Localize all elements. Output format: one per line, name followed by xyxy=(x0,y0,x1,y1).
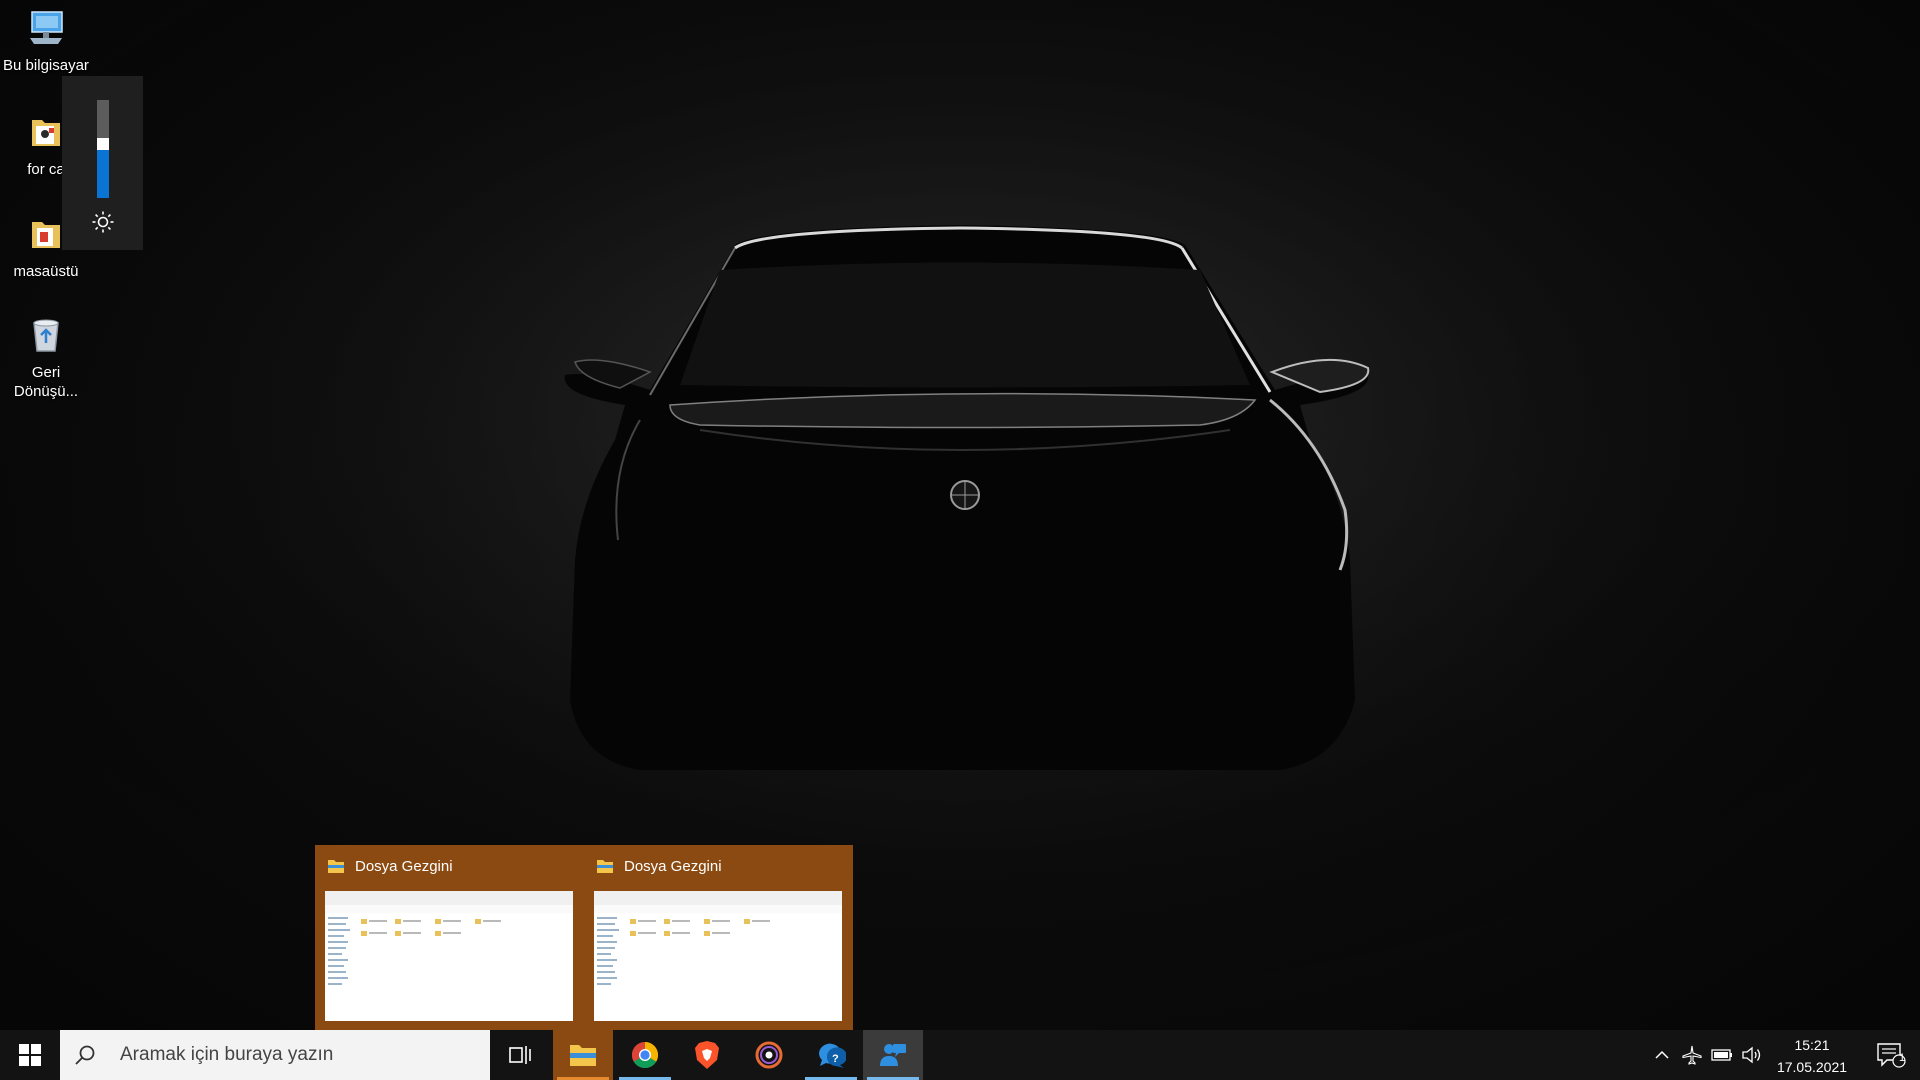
window-preview-title: Dosya Gezgini xyxy=(624,857,722,875)
task-view-button[interactable] xyxy=(490,1030,550,1080)
taskbar-get-help[interactable]: ? xyxy=(801,1030,861,1080)
desktop-icon-recycle-bin[interactable]: Geri Dönüşü... xyxy=(0,315,92,401)
chevron-up-icon xyxy=(1655,1050,1669,1059)
show-hidden-icons-button[interactable] xyxy=(1650,1030,1674,1080)
desktop-icon-label: Geri xyxy=(31,364,61,381)
desktop-icon-label-line2: Dönüşü... xyxy=(13,383,79,400)
volume-button[interactable] xyxy=(1738,1030,1766,1080)
file-explorer-icon xyxy=(597,860,613,873)
action-center-button[interactable]: 1 xyxy=(1862,1030,1920,1080)
desktop-icon-label: Bu bilgisayar xyxy=(3,57,89,74)
battery-icon xyxy=(1711,1049,1732,1061)
windows-logo-icon xyxy=(19,1044,41,1066)
clock-date: 17.05.2021 xyxy=(1776,1059,1848,1075)
airplane-icon xyxy=(1682,1045,1702,1065)
brightness-slider-thumb[interactable] xyxy=(97,138,109,150)
desktop-icon-this-pc[interactable]: Bu bilgisayar xyxy=(0,8,92,75)
window-preview-title: Dosya Gezgini xyxy=(355,857,453,875)
window-preview[interactable]: Dosya Gezgini xyxy=(584,845,851,1030)
taskbar-people[interactable] xyxy=(863,1030,923,1080)
sun-icon xyxy=(92,211,114,233)
file-explorer-icon xyxy=(328,860,344,873)
clock-time: 15:21 xyxy=(1794,1037,1830,1053)
svg-text:?: ? xyxy=(832,1053,839,1065)
speaker-icon xyxy=(1742,1046,1761,1064)
notification-count-badge: 1 xyxy=(1899,1052,1906,1064)
airplane-mode-button[interactable] xyxy=(1678,1030,1706,1080)
computer-icon xyxy=(30,11,63,44)
start-button[interactable] xyxy=(0,1030,60,1080)
taskbar-thumbnail-previews: Dosya Gezgini Dosya Gezgini xyxy=(315,845,853,1030)
chrome-icon xyxy=(631,1041,659,1069)
car-wallpaper xyxy=(0,0,1920,1030)
task-view-icon xyxy=(509,1046,531,1064)
brightness-slider[interactable] xyxy=(97,100,109,198)
file-explorer-icon xyxy=(570,1045,596,1066)
search-box[interactable]: Aramak için buraya yazın xyxy=(60,1030,490,1080)
taskbar-brave[interactable] xyxy=(677,1030,737,1080)
battery-button[interactable] xyxy=(1708,1030,1736,1080)
taskbar-file-explorer[interactable] xyxy=(553,1030,613,1080)
brave-icon xyxy=(695,1041,719,1069)
taskbar-media-player[interactable] xyxy=(739,1030,799,1080)
search-placeholder: Aramak için buraya yazın xyxy=(120,1044,334,1065)
get-help-icon: ? xyxy=(818,1043,846,1068)
folder-icon xyxy=(32,222,60,248)
taskbar: Aramak için buraya yazın ? 15:21 17.05.2… xyxy=(0,1030,1920,1080)
window-preview-image xyxy=(325,891,573,1021)
folder-icon xyxy=(32,120,60,146)
brightness-slider-fill xyxy=(97,144,109,198)
media-player-icon xyxy=(755,1041,783,1069)
brightness-flyout xyxy=(62,76,143,250)
search-icon xyxy=(75,1045,95,1065)
window-preview[interactable]: Dosya Gezgini xyxy=(315,845,582,1030)
taskbar-chrome[interactable] xyxy=(615,1030,675,1080)
window-preview-image xyxy=(594,891,842,1021)
recycle-bin-icon xyxy=(33,319,59,352)
desktop-icon-label: masaüstü xyxy=(13,263,79,280)
clock[interactable]: 15:21 17.05.2021 xyxy=(1764,1030,1860,1080)
people-icon xyxy=(880,1044,906,1066)
